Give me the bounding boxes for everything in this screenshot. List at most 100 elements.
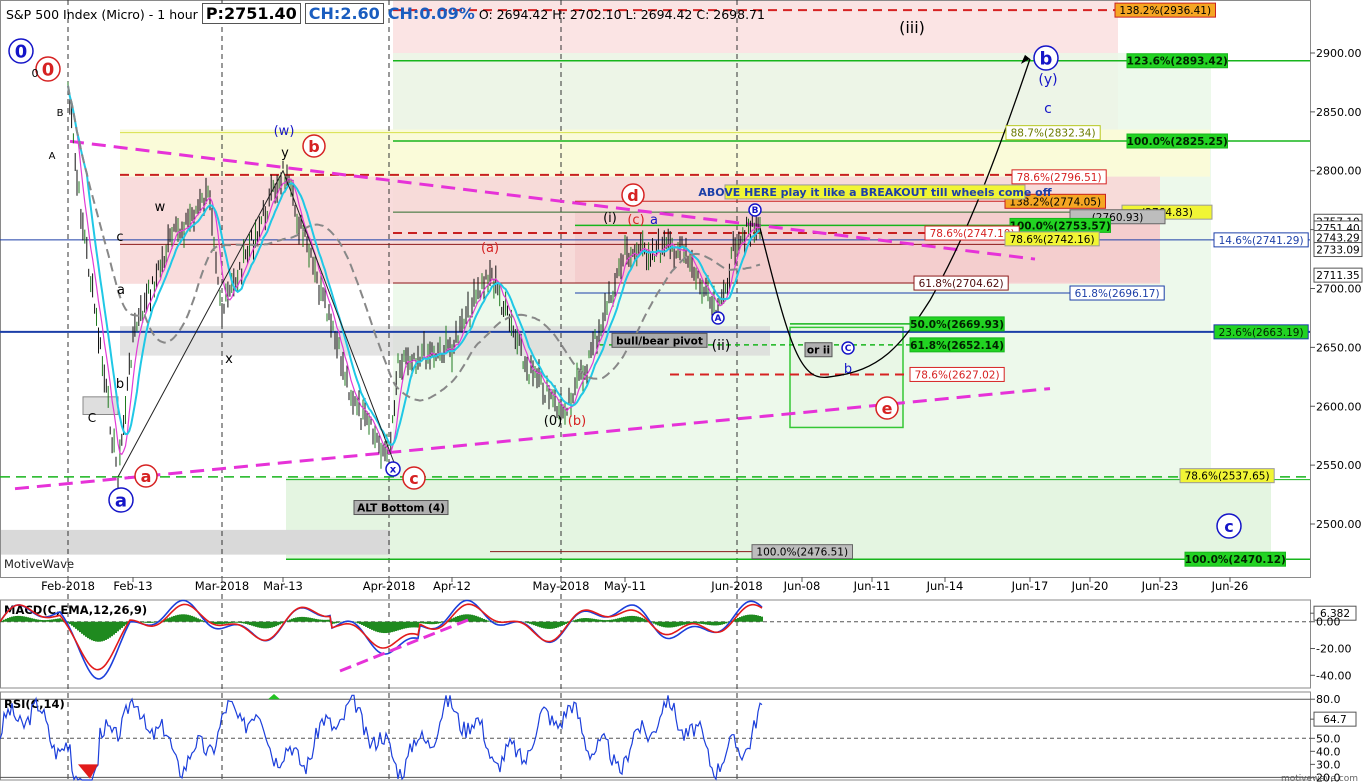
wave-label: (b) — [568, 414, 586, 429]
wave-label: A — [49, 151, 56, 162]
svg-text:C: C — [845, 344, 852, 354]
ohlc-readout: O: 2694.42 H: 2702.10 L: 2694.42 C: 2698… — [478, 7, 765, 22]
wave-label: B — [748, 203, 762, 217]
svg-text:B: B — [752, 206, 759, 216]
wave-label: (0) — [544, 414, 562, 429]
date-axis-label: Feb-13 — [113, 579, 152, 593]
level-label: 100.0%(2476.51) — [751, 544, 853, 560]
chart-title: S&P 500 Index (Micro) - 1 hour — [6, 7, 198, 22]
macd-axis-label: -40.00 — [1316, 669, 1351, 682]
wave-label: b — [1033, 45, 1059, 71]
alt-bottom-annotation: ALT Bottom (4) — [353, 500, 449, 516]
wave-label: a — [108, 487, 134, 513]
date-axis-label: Jun-14 — [926, 579, 964, 593]
svg-text:ABOVE HERE play it like a BREA: ABOVE HERE play it like a BREAKOUT till … — [698, 186, 1051, 199]
price-change: CH:2.60 — [304, 3, 384, 24]
wave-label: C — [88, 411, 96, 425]
date-axis-label: Apr-2018 — [363, 579, 416, 593]
wave-label: c — [1044, 101, 1052, 117]
price-axis-marker: 2733.09 — [1313, 242, 1363, 258]
level-label: 78.6%(2742.16) — [1004, 231, 1100, 247]
date-axis-label: May-11 — [604, 579, 646, 593]
svg-text:b: b — [1040, 48, 1053, 69]
price-axis-label: 2700.00 — [1316, 283, 1362, 296]
macd-axis-label: -20.00 — [1316, 643, 1351, 656]
wave-label: w — [155, 200, 166, 215]
rsi-line — [0, 694, 763, 782]
svg-text:b: b — [308, 137, 319, 156]
svg-text:78.6%(2627.02): 78.6%(2627.02) — [915, 369, 1000, 381]
price-axis-marker: 2711.35 — [1313, 267, 1363, 283]
price-axis-label: 2900.00 — [1316, 47, 1362, 60]
wave-label: B — [57, 108, 64, 119]
price-axis-label: 2500.00 — [1316, 518, 1362, 531]
wave-label: c — [116, 230, 123, 245]
date-axis-label: Jun-17 — [1011, 579, 1049, 593]
level-label: 100.0%(2825.25) — [1126, 133, 1228, 149]
svg-text:78.6%(2742.16): 78.6%(2742.16) — [1010, 234, 1095, 246]
wave-label: C — [841, 341, 855, 355]
level-label: 100.0%(2470.12) — [1184, 551, 1286, 567]
chart-header: S&P 500 Index (Micro) - 1 hour P:2751.40… — [6, 3, 765, 24]
wave-label: (i) — [603, 211, 617, 226]
level-label: 61.8%(2652.14) — [909, 337, 1005, 353]
svg-text:78.6%(2537.65): 78.6%(2537.65) — [1185, 471, 1270, 483]
svg-text:A: A — [715, 314, 722, 324]
date-axis-label: May-2018 — [533, 579, 590, 593]
svg-text:2733.09: 2733.09 — [1316, 245, 1359, 257]
level-label: 23.6%(2663.19) — [1213, 324, 1309, 340]
date-axis-label: Jun-20 — [1071, 579, 1109, 593]
svg-text:bull/bear pivot: bull/bear pivot — [616, 335, 703, 347]
wave-label: b — [302, 134, 326, 158]
wave-label: b — [844, 362, 852, 377]
svg-text:a: a — [141, 467, 152, 486]
rsi-panel-frame — [0, 691, 1311, 781]
rsi-axis-label: 20.0 — [1316, 771, 1341, 783]
wave-label: y — [281, 146, 289, 161]
level-label: 61.8%(2696.17) — [1069, 285, 1165, 301]
wave-label: x — [385, 461, 401, 477]
svg-text:100.0%(2825.25): 100.0%(2825.25) — [1127, 136, 1228, 148]
svg-text:100.0%(2753.57): 100.0%(2753.57) — [1010, 220, 1111, 232]
macd-title: MACD(C,EMA,12,26,9) — [4, 603, 147, 617]
wave-label: c — [1216, 513, 1242, 539]
price-axis-label: 2800.00 — [1316, 165, 1362, 178]
price-axis-label: 2550.00 — [1316, 459, 1362, 472]
wave-label: a — [117, 283, 125, 298]
svg-text:61.8%(2696.17): 61.8%(2696.17) — [1075, 288, 1160, 300]
wave-label: c — [402, 466, 426, 490]
level-label: 88.7%(2832.34) — [1005, 125, 1101, 141]
level-label: 78.6%(2627.02) — [909, 366, 1005, 382]
level-label: 14.6%(2741.29) — [1213, 232, 1309, 248]
date-axis-label: Jun-2018 — [710, 579, 762, 593]
svg-text:61.8%(2704.62): 61.8%(2704.62) — [919, 278, 1004, 290]
level-label: 123.6%(2893.42) — [1126, 53, 1228, 69]
date-axis-label: Jun-23 — [1141, 579, 1179, 593]
last-price: P:2751.40 — [201, 3, 301, 24]
price-axis-label: 2600.00 — [1316, 400, 1362, 413]
svg-text:c: c — [1224, 517, 1233, 536]
wave-label: 0 — [8, 38, 34, 64]
wave-label: x — [225, 352, 233, 367]
wave-label: a — [134, 464, 158, 488]
price-chart-svg[interactable]: 138.2%(2936.41) 123.6%(2893.42) 88.7%(2832… — [0, 0, 1364, 783]
rsi-axis-label: 80.0 — [1316, 693, 1341, 706]
svg-text:14.6%(2741.29): 14.6%(2741.29) — [1219, 235, 1304, 247]
macd-axis-label: 0.00 — [1316, 616, 1341, 629]
price-axis-label: 2850.00 — [1316, 106, 1362, 119]
svg-text:61.8%(2652.14): 61.8%(2652.14) — [910, 340, 1004, 352]
date-axis-label: Apr-12 — [433, 579, 471, 593]
level-label: 100.0%(2753.57) — [1009, 217, 1111, 233]
wave-label: b — [116, 377, 124, 392]
svg-text:d: d — [627, 186, 638, 205]
rsi-axis-label: 30.0 — [1316, 758, 1341, 771]
level-label: 78.6%(2796.51) — [1011, 169, 1107, 185]
svg-text:100.0%(2470.12): 100.0%(2470.12) — [1185, 554, 1286, 566]
chart-root: 138.2%(2936.41) 123.6%(2893.42) 88.7%(2832… — [0, 0, 1364, 783]
svg-text:x: x — [390, 465, 397, 476]
wave-label: e — [875, 396, 899, 420]
svg-text:100.0%(2476.51): 100.0%(2476.51) — [756, 547, 848, 559]
level-label: 50.0%(2669.93) — [909, 316, 1005, 332]
svg-text:123.6%(2893.42): 123.6%(2893.42) — [1127, 56, 1228, 68]
date-axis-label: Jun-11 — [853, 579, 891, 593]
